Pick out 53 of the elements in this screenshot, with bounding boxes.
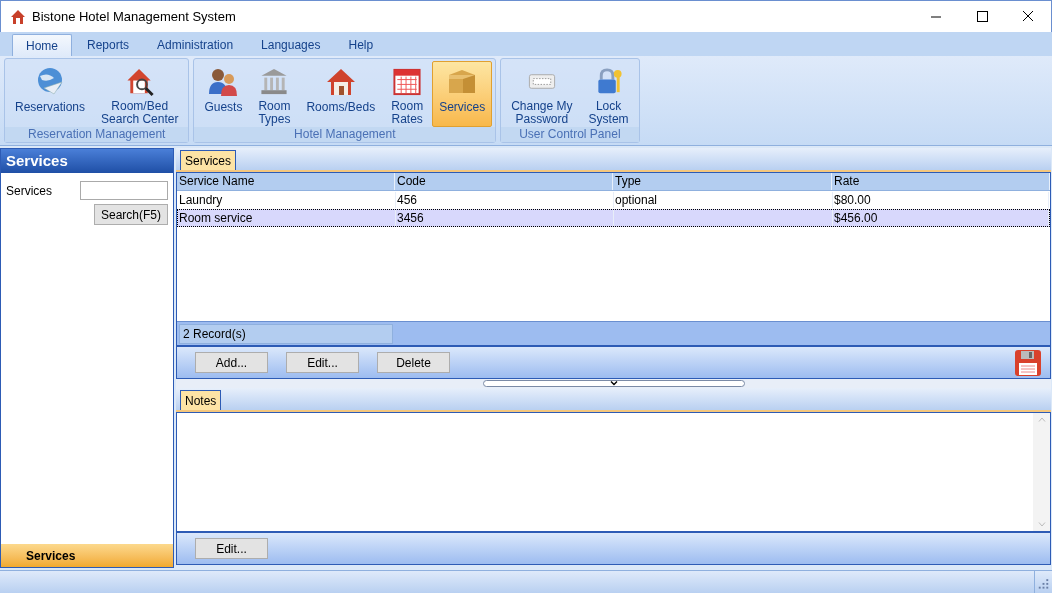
search-button[interactable]: Search(F5) [94,204,168,225]
sidebar-section-button[interactable]: Services [1,544,173,567]
table-cell: 456 [396,192,614,208]
table-cell: Room service [178,210,396,226]
scroll-down-icon[interactable] [1037,522,1046,527]
save-icon[interactable] [1014,348,1042,377]
ribbon-button[interactable]: Room Rates [384,61,431,127]
ribbon-button[interactable]: Services [432,61,493,127]
table-cell: $80.00 [833,192,1049,208]
action-button[interactable]: Delete [377,352,450,373]
app-house-icon [10,8,26,25]
calendar-icon [391,66,424,97]
search-field[interactable] [80,181,168,200]
ribbon-tab[interactable]: Help [335,34,387,56]
group-title: User Control Panel [501,127,639,142]
chevron-down-icon [609,381,618,386]
column-header[interactable]: Type [613,173,832,190]
column-header[interactable]: Code [395,173,613,190]
column-header[interactable]: Rate [832,173,1050,190]
table-row[interactable]: Room service 3456 $456.00 [177,209,1050,227]
ribbon-tab[interactable]: Administration [144,34,247,56]
action-button[interactable]: Edit... [195,538,268,559]
table-cell: optional [614,192,833,208]
ribbon-button[interactable]: Room Types [251,61,298,127]
ribbon-tab[interactable]: Languages [248,34,334,56]
group-title: Reservation Management [5,127,189,142]
scroll-up-icon[interactable] [1037,417,1046,422]
action-button[interactable]: Add... [195,352,268,373]
column-header[interactable]: Service Name [177,173,395,190]
services-tab[interactable]: Services [180,150,236,170]
ribbon-tab[interactable]: Reports [74,34,143,56]
sidebar-title: Services [1,149,173,173]
record-count: 2 Record(s) [179,323,393,344]
table-cell: Laundry [178,192,396,208]
ribbon-button[interactable]: Rooms/Beds [299,61,383,127]
ribbon-button[interactable]: Reservations [8,61,93,127]
ribbon-button[interactable]: Room/Bed Search Center [94,61,186,127]
search-label: Services [6,182,52,200]
table-cell: 3456 [396,210,614,226]
people-icon [207,66,240,98]
ribbon-button[interactable]: Guests [197,61,250,127]
ribbon-button[interactable]: Lock System [581,61,636,127]
ribbon-button[interactable]: Change My Password [504,61,580,127]
notes-tab[interactable]: Notes [180,390,222,410]
splitter-handle[interactable] [482,380,745,387]
table-row[interactable]: Laundry 456 optional $80.00 [177,191,1050,209]
group-title: Hotel Management [194,127,496,142]
window-title: Bistone Hotel Management System [32,7,236,26]
notes-field[interactable] [176,412,1051,532]
action-button[interactable]: Edit... [286,352,359,373]
scrollbar[interactable] [1033,413,1050,531]
table-cell: $456.00 [833,210,1049,226]
ribbon-tab[interactable]: Home [12,34,72,56]
